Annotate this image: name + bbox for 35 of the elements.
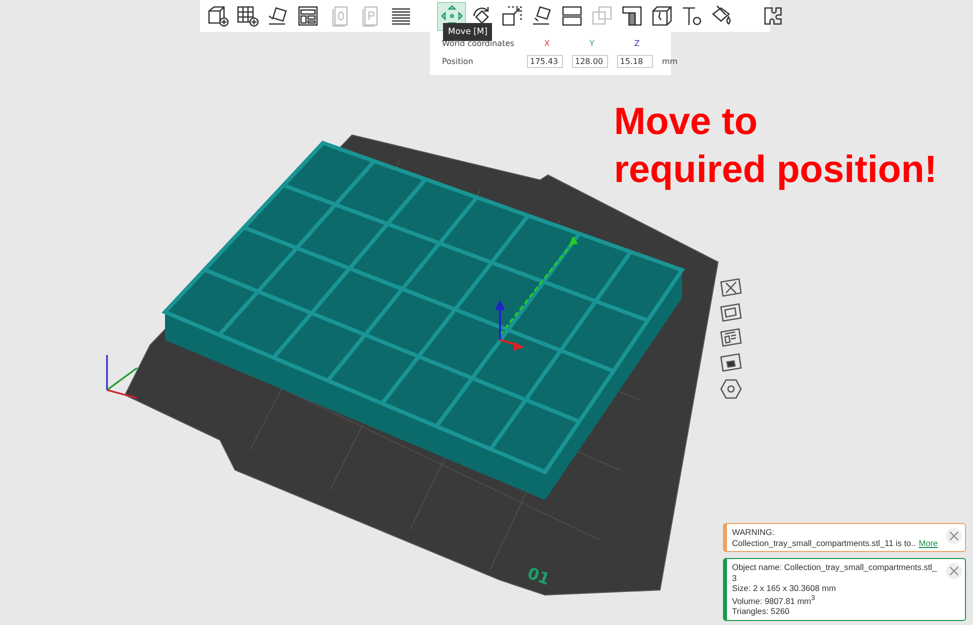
- notification-title: WARNING:: [732, 527, 776, 538]
- unit-label: mm: [662, 56, 679, 66]
- axis-label: Y: [588, 38, 596, 48]
- position-input[interactable]: 128.00: [572, 54, 608, 68]
- z-axis-arrow: [495, 300, 505, 340]
- more-link[interactable]: More: [918, 538, 938, 548]
- close-icon: [949, 566, 959, 576]
- notification-text: Collection_tray_small_compartments.stl_11 is to..: [732, 538, 916, 548]
- notification-text: 3: [732, 572, 738, 584]
- cube-seam-icon: [650, 4, 674, 28]
- close-icon: [949, 531, 959, 542]
- close-button[interactable]: [946, 563, 962, 580]
- axis-label: Z: [633, 38, 641, 48]
- origin-axes-icon: [106, 354, 138, 399]
- nut-icon: [719, 377, 743, 401]
- position-input[interactable]: 175.43: [527, 54, 563, 68]
- cut-block-icon: [620, 4, 644, 28]
- cube-plus-icon: [206, 4, 230, 28]
- row-label: Position: [442, 56, 474, 66]
- notification-text: Size: 2 x 165 x 30.3608 mm: [732, 583, 837, 594]
- x-axis-arrow: [500, 339, 524, 351]
- layout-icon: [296, 4, 320, 28]
- axis-label: X: [543, 38, 551, 48]
- grid-plus-icon: [236, 4, 260, 28]
- position-input[interactable]: 15.18: [617, 54, 653, 68]
- notification-text: Triangles: 5260: [732, 606, 790, 617]
- plate-number: 01: [524, 563, 552, 589]
- close-button[interactable]: [946, 528, 962, 544]
- annotation-text: Move to required position!: [614, 100, 937, 193]
- notification-text: Volume: 9807.81 mm$^{3}$: [732, 594, 816, 606]
- notification-text: Object name: Collection_tray_small_compartments.stl_: [732, 562, 938, 573]
- tooltip: Move [M]: [443, 23, 492, 41]
- scale-icon: [500, 4, 524, 28]
- nut-button[interactable]: [718, 378, 744, 400]
- split-icon: [560, 4, 584, 28]
